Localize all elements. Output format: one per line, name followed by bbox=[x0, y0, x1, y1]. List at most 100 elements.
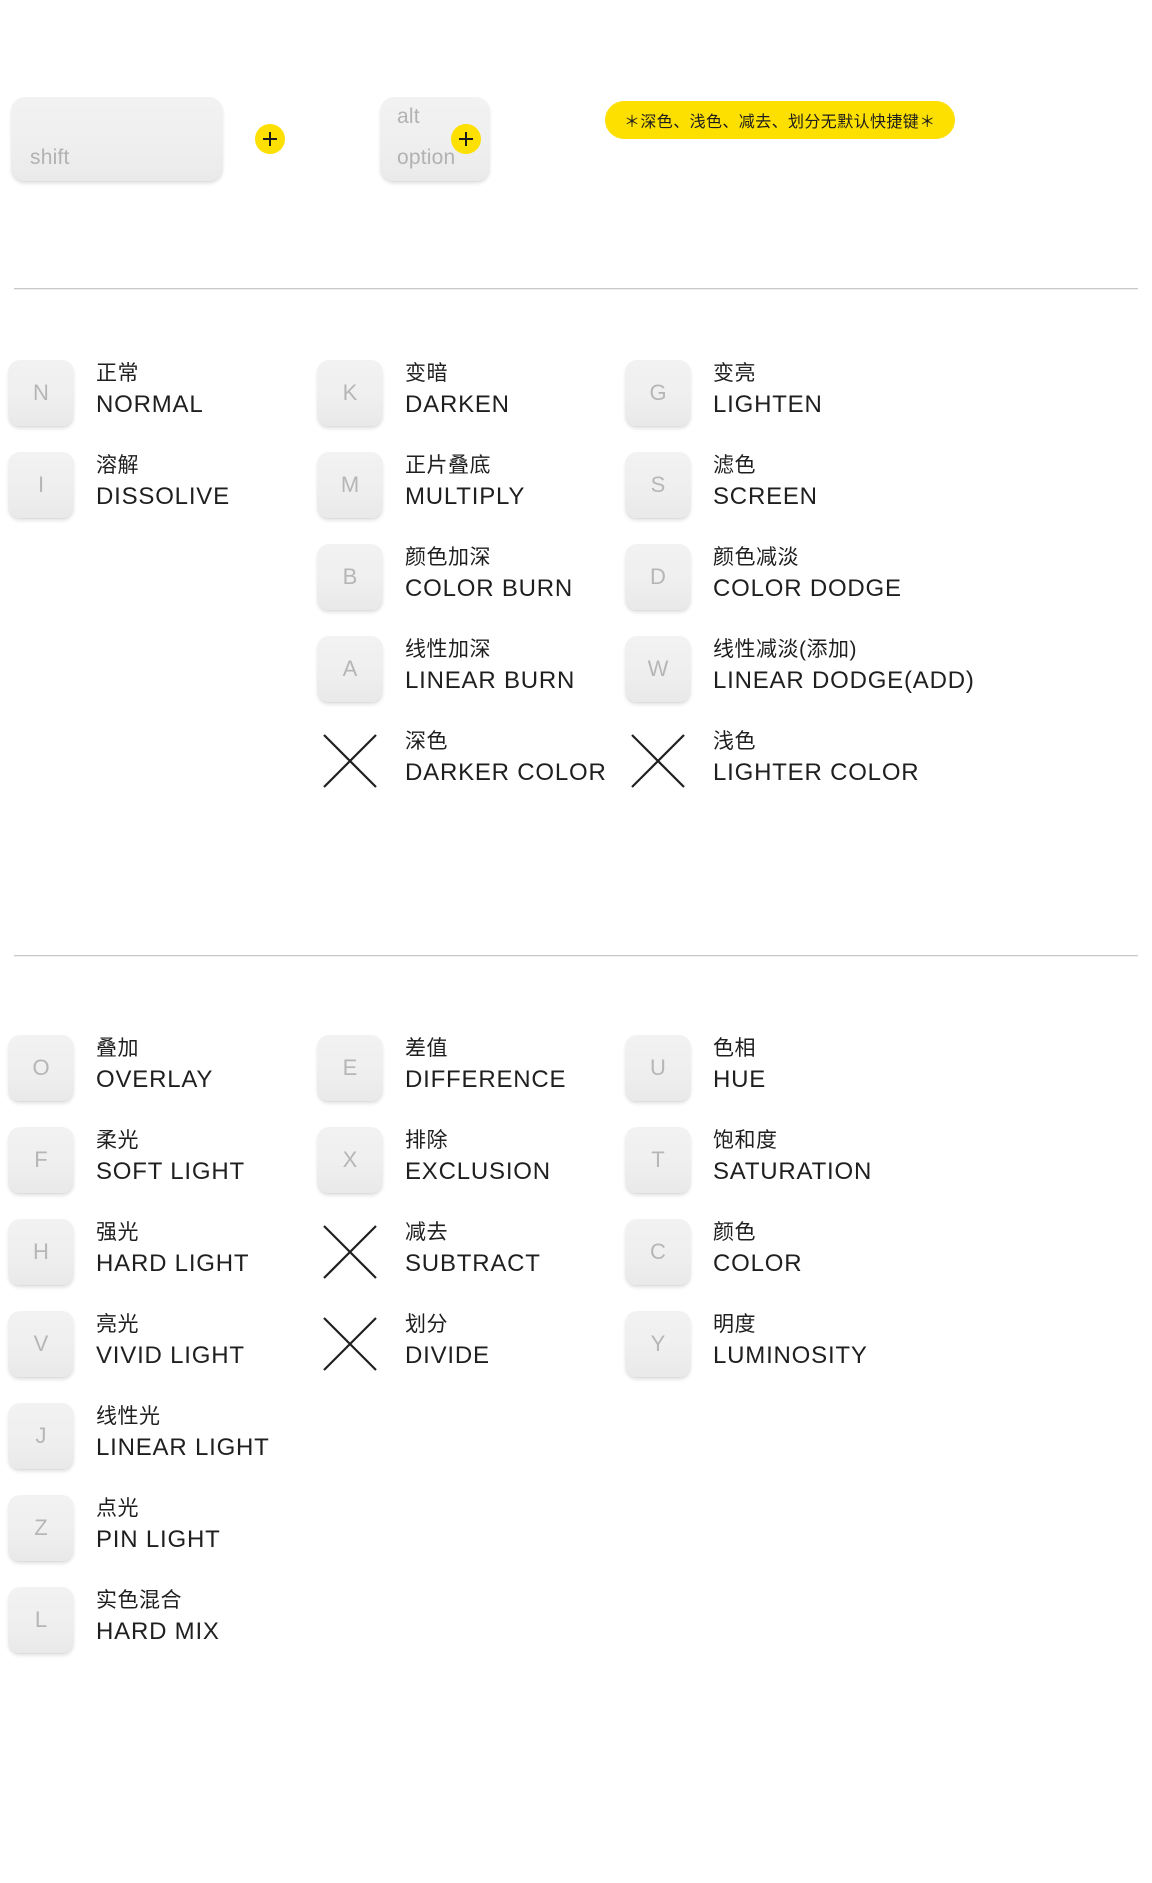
blend-mode-labels: 实色混合HARD MIX bbox=[96, 1586, 220, 1648]
blend-mode-name-cn: 溶解 bbox=[96, 451, 230, 481]
keycap-t[interactable]: T bbox=[625, 1127, 691, 1193]
keycap-label: W bbox=[648, 658, 669, 680]
divider-middle bbox=[14, 955, 1138, 956]
blend-mode-labels: 变亮LIGHTEN bbox=[713, 359, 823, 421]
blend-mode-entry: C 颜色COLOR bbox=[625, 1219, 1125, 1311]
keycap-i[interactable]: I bbox=[8, 452, 74, 518]
keycap-label: T bbox=[651, 1149, 664, 1171]
keycap-g[interactable]: G bbox=[625, 360, 691, 426]
blend-mode-labels: 叠加OVERLAY bbox=[96, 1034, 213, 1096]
keycap-o[interactable]: O bbox=[8, 1035, 74, 1101]
keycap-k[interactable]: K bbox=[317, 360, 383, 426]
blend-mode-entry: Y明度LUMINOSITY bbox=[625, 1311, 1125, 1403]
column-composite-group: U色相HUET饱和度SATURATIONC颜色COLORY明度LUMINOSIT… bbox=[625, 1035, 1125, 1403]
keycap-label: G bbox=[649, 382, 666, 404]
blend-mode-labels: 亮光VIVID LIGHT bbox=[96, 1310, 245, 1372]
blend-mode-labels: 溶解DISSOLIVE bbox=[96, 451, 230, 513]
blend-mode-name-en: COLOR bbox=[713, 1248, 802, 1280]
blend-mode-name-cn: 深色 bbox=[405, 727, 607, 757]
blend-mode-entry: L 实色混合HARD MIX bbox=[8, 1587, 508, 1679]
blend-mode-name-cn: 色相 bbox=[713, 1034, 766, 1064]
blend-mode-name-en: HARD MIX bbox=[96, 1616, 220, 1648]
keycap-y[interactable]: Y bbox=[625, 1311, 691, 1377]
blend-mode-name-cn: 减去 bbox=[405, 1218, 541, 1248]
blend-mode-shortcut-sheet: shift alt option ＊深色、浅色、减去、划分无默认快捷键＊ N正常… bbox=[0, 0, 1152, 1883]
keycap-x[interactable]: X bbox=[317, 1127, 383, 1193]
keycap-label: H bbox=[33, 1241, 49, 1263]
keycap-b[interactable]: B bbox=[317, 544, 383, 610]
keycap-z[interactable]: Z bbox=[8, 1495, 74, 1561]
blend-mode-name-en: DIFFERENCE bbox=[405, 1064, 566, 1096]
keycap-m[interactable]: M bbox=[317, 452, 383, 518]
blend-mode-name-cn: 正常 bbox=[96, 359, 203, 389]
blend-mode-entry: G 变亮LIGHTEN bbox=[625, 360, 1125, 452]
blend-mode-name-cn: 点光 bbox=[96, 1494, 221, 1524]
blend-mode-labels: 划分DIVIDE bbox=[405, 1310, 490, 1372]
blend-mode-labels: 饱和度SATURATION bbox=[713, 1126, 872, 1188]
keycap-c[interactable]: C bbox=[625, 1219, 691, 1285]
option-key-label: option bbox=[397, 146, 455, 170]
blend-mode-name-cn: 明度 bbox=[713, 1310, 868, 1340]
blend-mode-entry: S 滤色SCREEN bbox=[625, 452, 1125, 544]
blend-mode-name-en: SOFT LIGHT bbox=[96, 1156, 245, 1188]
blend-mode-name-cn: 颜色 bbox=[713, 1218, 802, 1248]
keycap-v[interactable]: V bbox=[8, 1311, 74, 1377]
keycap-a[interactable]: A bbox=[317, 636, 383, 702]
blend-mode-name-en: SATURATION bbox=[713, 1156, 872, 1188]
blend-mode-name-cn: 正片叠底 bbox=[405, 451, 525, 481]
keycap-label: E bbox=[343, 1057, 358, 1079]
blend-mode-name-en: LINEAR DODGE(ADD) bbox=[713, 665, 975, 697]
shift-key-label: shift bbox=[30, 146, 70, 170]
keycap-d[interactable]: D bbox=[625, 544, 691, 610]
blend-mode-name-en: COLOR BURN bbox=[405, 573, 573, 605]
blend-mode-labels: 滤色SCREEN bbox=[713, 451, 818, 513]
keycap-f[interactable]: F bbox=[8, 1127, 74, 1193]
blend-mode-name-en: LINEAR BURN bbox=[405, 665, 575, 697]
blend-mode-name-cn: 变亮 bbox=[713, 359, 823, 389]
keycap-label: O bbox=[32, 1057, 49, 1079]
blend-mode-entry: T 饱和度SATURATION bbox=[625, 1127, 1125, 1219]
keycap-j[interactable]: J bbox=[8, 1403, 74, 1469]
blend-mode-labels: 颜色COLOR bbox=[713, 1218, 802, 1280]
blend-mode-labels: 浅色LIGHTER COLOR bbox=[713, 727, 919, 789]
blend-mode-name-cn: 浅色 bbox=[713, 727, 919, 757]
keycap-s[interactable]: S bbox=[625, 452, 691, 518]
keycap-label: K bbox=[343, 382, 358, 404]
blend-mode-name-en: NORMAL bbox=[96, 389, 203, 421]
blend-mode-name-cn: 柔光 bbox=[96, 1126, 245, 1156]
keycap-l[interactable]: L bbox=[8, 1587, 74, 1653]
blend-mode-name-cn: 线性光 bbox=[96, 1402, 270, 1432]
blend-mode-name-en: VIVID LIGHT bbox=[96, 1340, 245, 1372]
shift-key[interactable]: shift bbox=[11, 97, 223, 181]
blend-mode-name-cn: 线性减淡(添加) bbox=[713, 635, 975, 665]
blend-mode-labels: 线性加深LINEAR BURN bbox=[405, 635, 575, 697]
blend-mode-labels: 变暗DARKEN bbox=[405, 359, 510, 421]
plus-badge-1 bbox=[255, 124, 285, 154]
keycap-label: S bbox=[651, 474, 666, 496]
blend-mode-labels: 深色DARKER COLOR bbox=[405, 727, 607, 789]
keycap-w[interactable]: W bbox=[625, 636, 691, 702]
keycap-label: F bbox=[34, 1149, 47, 1171]
keycap-label: B bbox=[343, 566, 358, 588]
no-shortcut-cross-icon bbox=[317, 1219, 383, 1285]
keycap-label: M bbox=[341, 474, 359, 496]
keycap-n[interactable]: N bbox=[8, 360, 74, 426]
blend-mode-labels: 排除EXCLUSION bbox=[405, 1126, 551, 1188]
blend-mode-name-en: DARKEN bbox=[405, 389, 510, 421]
no-shortcut-cross-icon bbox=[317, 728, 383, 794]
blend-mode-name-en: LIGHTER COLOR bbox=[713, 757, 919, 789]
keycap-u[interactable]: U bbox=[625, 1035, 691, 1101]
blend-mode-name-cn: 叠加 bbox=[96, 1034, 213, 1064]
keycap-label: I bbox=[38, 474, 44, 496]
keycap-label: C bbox=[650, 1241, 666, 1263]
keycap-h[interactable]: H bbox=[8, 1219, 74, 1285]
blend-mode-name-cn: 饱和度 bbox=[713, 1126, 872, 1156]
blend-mode-name-cn: 变暗 bbox=[405, 359, 510, 389]
blend-mode-labels: 颜色减淡COLOR DODGE bbox=[713, 543, 902, 605]
column-lighten-group: G 变亮LIGHTEN S 滤色SCREEN D 颜色减淡COLOR DODGE W 线性减淡… bbox=[625, 360, 1125, 820]
blend-mode-entry: U色相HUE bbox=[625, 1035, 1125, 1127]
keycap-e[interactable]: E bbox=[317, 1035, 383, 1101]
blend-mode-labels: 强光HARD LIGHT bbox=[96, 1218, 249, 1280]
blend-mode-name-en: DISSOLIVE bbox=[96, 481, 230, 513]
blend-mode-name-cn: 线性加深 bbox=[405, 635, 575, 665]
